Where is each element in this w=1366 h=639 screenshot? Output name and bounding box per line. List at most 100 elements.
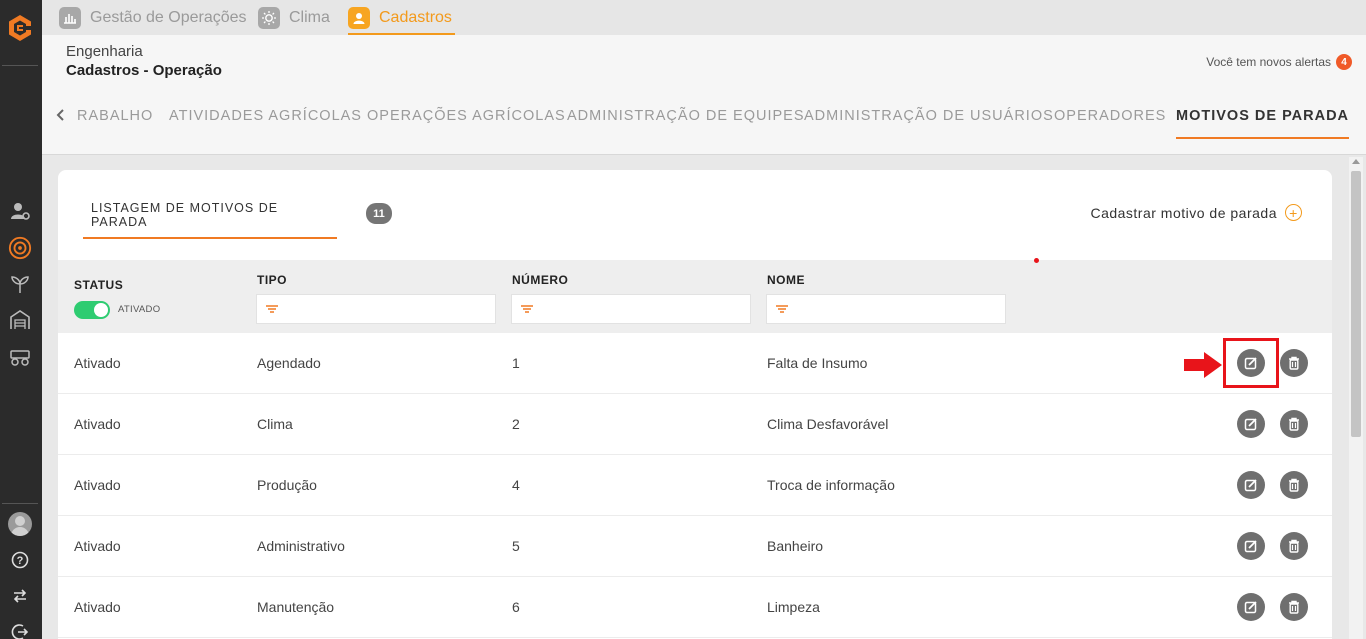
swap-icon[interactable] <box>8 584 32 608</box>
cell-status: Ativado <box>74 355 121 371</box>
nome-filter-field[interactable] <box>766 294 1006 324</box>
module-bar: Gestão de Operações Clima Cadastros <box>42 0 1366 35</box>
subtab-rabalho[interactable]: RABALHO <box>77 93 153 139</box>
cell-tipo: Agendado <box>257 355 321 371</box>
delete-button[interactable] <box>1280 349 1308 377</box>
status-toggle[interactable] <box>74 301 110 319</box>
table-row[interactable]: Ativado Clima 2 Clima Desfavorável <box>58 394 1332 455</box>
chevron-left-icon[interactable] <box>54 105 68 125</box>
annotation-highlight-box <box>1223 338 1279 388</box>
register-stop-reason-button[interactable]: Cadastrar motivo de parada + <box>1090 204 1302 221</box>
svg-text:?: ? <box>17 555 24 567</box>
subtab-bar: RABALHO ATIVIDADES AGRÍCOLAS OPERAÇÕES A… <box>54 93 1354 139</box>
subtab-atividades-agricolas[interactable]: ATIVIDADES AGRÍCOLAS <box>169 93 362 139</box>
edit-icon <box>1244 540 1257 553</box>
subtab-administracao-usuarios[interactable]: ADMINISTRAÇÃO DE USUÁRIOS <box>804 93 1054 139</box>
warehouse-icon[interactable] <box>8 308 32 332</box>
numero-filter-field[interactable] <box>511 294 751 324</box>
cell-tipo: Produção <box>257 477 317 493</box>
trash-icon <box>1289 539 1299 553</box>
left-sidebar: ? <box>0 0 42 639</box>
column-header-numero: NÚMERO <box>512 273 569 287</box>
scroll-up-arrow-icon[interactable] <box>1352 159 1360 164</box>
target-icon[interactable] <box>8 236 32 260</box>
table-row[interactable]: Ativado Produção 4 Troca de informação <box>58 455 1332 516</box>
scrollbar-thumb[interactable] <box>1351 171 1361 437</box>
cell-numero: 1 <box>512 355 520 371</box>
avatar[interactable] <box>8 512 32 536</box>
listing-card: LISTAGEM DE MOTIVOS DE PARADA 11 Cadastr… <box>58 170 1332 639</box>
plant-icon[interactable] <box>8 272 32 296</box>
tipo-filter-input[interactable] <box>285 296 495 322</box>
module-tab-label: Cadastros <box>379 8 452 26</box>
edit-icon <box>1244 418 1257 431</box>
edit-icon <box>1244 479 1257 492</box>
column-header-tipo: TIPO <box>257 273 288 287</box>
module-tab-label: Clima <box>289 8 330 26</box>
delete-button[interactable] <box>1280 410 1308 438</box>
page-header: Engenharia Cadastros - Operação Você tem… <box>42 35 1366 155</box>
cell-numero: 5 <box>512 538 520 554</box>
filter-icon <box>266 305 278 313</box>
filter-icon <box>521 305 533 313</box>
delete-button[interactable] <box>1280 593 1308 621</box>
cell-nome: Clima Desfavorável <box>767 416 889 432</box>
trash-icon <box>1289 600 1299 614</box>
edit-button[interactable] <box>1237 471 1265 499</box>
add-circle-icon: + <box>1285 204 1302 221</box>
help-icon[interactable]: ? <box>8 548 32 572</box>
nome-filter-input[interactable] <box>795 296 1005 322</box>
sidebar-divider <box>2 503 38 504</box>
module-tab-gestao-operacoes[interactable]: Gestão de Operações <box>59 0 247 35</box>
edit-button[interactable] <box>1237 532 1265 560</box>
module-tab-clima[interactable]: Clima <box>258 0 330 35</box>
harvester-icon[interactable] <box>8 344 32 368</box>
cell-status: Ativado <box>74 538 121 554</box>
cell-tipo: Administrativo <box>257 538 345 554</box>
subtab-motivos-parada[interactable]: MOTIVOS DE PARADA <box>1176 93 1350 139</box>
logout-icon[interactable] <box>8 620 32 639</box>
user-settings-icon[interactable] <box>8 200 32 224</box>
numero-filter-input[interactable] <box>540 296 750 322</box>
trash-icon <box>1289 478 1299 492</box>
annotation-dot <box>1034 258 1039 263</box>
delete-button[interactable] <box>1280 471 1308 499</box>
subtab-operacoes-agricolas[interactable]: OPERAÇÕES AGRÍCOLAS <box>367 93 566 139</box>
alerts-text: Você tem novos alertas <box>1206 55 1331 69</box>
breadcrumb[interactable]: Engenharia <box>66 43 143 60</box>
delete-button[interactable] <box>1280 532 1308 560</box>
alerts-notification[interactable]: Você tem novos alertas 4 <box>1206 54 1352 70</box>
trash-icon <box>1289 356 1299 370</box>
module-tab-cadastros[interactable]: Cadastros <box>348 0 455 35</box>
cell-numero: 2 <box>512 416 520 432</box>
status-toggle-label: ATIVADO <box>118 304 161 315</box>
listing-tab[interactable]: LISTAGEM DE MOTIVOS DE PARADA <box>83 192 337 239</box>
edit-button[interactable] <box>1237 593 1265 621</box>
edit-button[interactable] <box>1237 410 1265 438</box>
column-header-status: STATUS <box>74 278 124 292</box>
table-row[interactable]: Ativado Agendado 1 Falta de Insumo <box>58 333 1332 394</box>
subtab-operadores[interactable]: OPERADORES <box>1054 93 1166 139</box>
cell-status: Ativado <box>74 477 121 493</box>
cell-numero: 4 <box>512 477 520 493</box>
cell-tipo: Manutenção <box>257 599 335 615</box>
cell-numero: 6 <box>512 599 520 615</box>
operations-icon <box>59 6 81 29</box>
table-row[interactable]: Ativado Administrativo 5 Banheiro <box>58 516 1332 577</box>
alerts-count-badge: 4 <box>1336 54 1352 70</box>
company-logo-icon[interactable] <box>4 12 36 44</box>
tipo-filter-field[interactable] <box>256 294 496 324</box>
page-title: Cadastros - Operação <box>66 62 222 79</box>
cell-tipo: Clima <box>257 416 293 432</box>
filter-icon <box>776 305 788 313</box>
module-tab-label: Gestão de Operações <box>90 8 247 26</box>
subtab-administracao-equipes[interactable]: ADMINISTRAÇÃO DE EQUIPES <box>567 93 805 139</box>
sun-icon <box>258 6 280 29</box>
count-badge: 11 <box>366 203 392 224</box>
page-scrollbar[interactable] <box>1349 157 1363 639</box>
cell-status: Ativado <box>74 416 121 432</box>
cell-nome: Falta de Insumo <box>767 355 868 371</box>
annotation-arrow-icon <box>1184 352 1222 378</box>
cell-nome: Troca de informação <box>767 477 895 493</box>
table-row[interactable]: Ativado Manutenção 6 Limpeza <box>58 577 1332 638</box>
